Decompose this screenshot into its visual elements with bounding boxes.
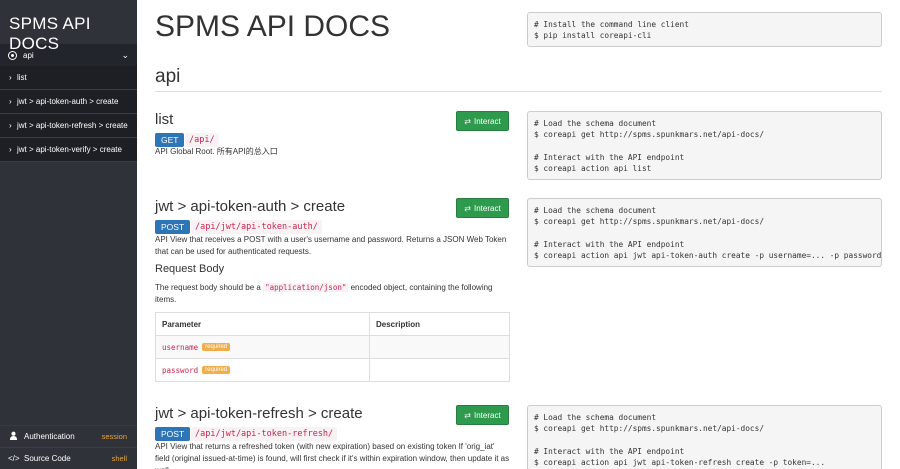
target-icon [8,50,17,60]
request-body-pre: The request body should be a [155,283,261,292]
endpoint-title: jwt > api-token-refresh > create [155,405,363,422]
param-name: password [162,365,199,375]
column-header: Parameter [155,312,370,336]
param-cell: username required [155,335,370,359]
sidebar-group-label: api [23,50,34,60]
exchange-icon: ⇄ [464,116,471,126]
endpoint-path: /api/jwt/api-token-refresh/ [191,427,338,441]
source-code-value: shell [111,454,127,463]
interact-button[interactable]: ⇄ Interact [456,405,509,425]
divider [155,91,882,92]
method-badge: GET [155,133,185,147]
method-badge: POST [155,220,191,234]
source-code-row[interactable]: </> Source Code shell [0,447,137,469]
interact-button[interactable]: ⇄ Interact [456,198,509,218]
endpoint-description: API View that receives a POST with a use… [155,235,507,256]
table-header-row: Parameter Description [155,312,510,336]
sidebar-item-label: jwt > api-token-refresh > create [17,121,128,130]
endpoint-description: API View that returns a refreshed token … [155,442,510,469]
table-row: username required [155,335,510,359]
authentication-label: Authentication [24,432,75,441]
column-header: Description [369,312,510,336]
endpoint-code-block: # Load the schema document $ coreapi get… [527,111,882,180]
sidebar-item-api-token-verify[interactable]: › jwt > api-token-verify > create [0,138,137,162]
section-heading: api [155,66,181,87]
sidebar-item-api-token-refresh[interactable]: › jwt > api-token-refresh > create [0,114,137,138]
chevron-right-icon: › [9,97,12,106]
user-icon [8,431,18,442]
interact-button[interactable]: ⇄ Interact [456,111,509,131]
table-row: password required [155,358,510,382]
interact-label: Interact [474,410,501,420]
request-body-text: The request body should be a "applicatio… [155,282,510,306]
interact-label: Interact [474,116,501,126]
endpoint-title: list [155,111,174,128]
parameters-table: Parameter Description username required p… [155,312,510,382]
request-body-heading: Request Body [155,263,225,275]
required-badge: required [202,366,231,375]
interact-label: Interact [474,203,501,213]
chevron-right-icon: › [9,73,12,82]
sidebar-nav: › list › jwt > api-token-auth > create ›… [0,66,137,162]
code-icon: </> [8,454,20,463]
param-description [369,358,510,382]
authentication-value: session [101,432,127,441]
sidebar-item-list[interactable]: › list [0,66,137,90]
param-cell: password required [155,358,370,382]
sidebar: SPMS API DOCS api ⌄ › list › jwt > api-t… [0,0,137,469]
sidebar-item-label: jwt > api-token-auth > create [17,97,119,106]
method-badge: POST [155,427,191,441]
required-badge: required [202,343,231,352]
exchange-icon: ⇄ [464,203,471,213]
brand-title[interactable]: SPMS API DOCS [0,0,137,53]
page-title: SPMS API DOCS [155,10,391,43]
endpoint-path: /api/jwt/api-token-auth/ [191,220,322,234]
source-code-label: Source Code [24,454,71,463]
chevron-down-icon: ⌄ [121,49,129,60]
chevron-right-icon: › [9,145,12,154]
param-description [369,335,510,359]
chevron-right-icon: › [9,121,12,130]
endpoint-description: API Global Root. 所有API的总入口 [155,147,278,156]
authentication-row[interactable]: Authentication session [0,425,137,447]
endpoint-title: jwt > api-token-auth > create [155,198,346,215]
sidebar-footer: Authentication session </> Source Code s… [0,425,137,469]
install-code-block: # Install the command line client $ pip … [527,12,882,47]
endpoint-code-block: # Load the schema document $ coreapi get… [527,405,882,469]
endpoint-code-block: # Load the schema document $ coreapi get… [527,198,882,267]
exchange-icon: ⇄ [464,410,471,420]
sidebar-item-label: jwt > api-token-verify > create [17,145,122,154]
sidebar-item-api-token-auth[interactable]: › jwt > api-token-auth > create [0,90,137,114]
content-type-code: "application/json" [263,283,349,292]
sidebar-item-label: list [17,73,27,82]
param-name: username [162,342,199,352]
endpoint-path: /api/ [185,133,219,147]
